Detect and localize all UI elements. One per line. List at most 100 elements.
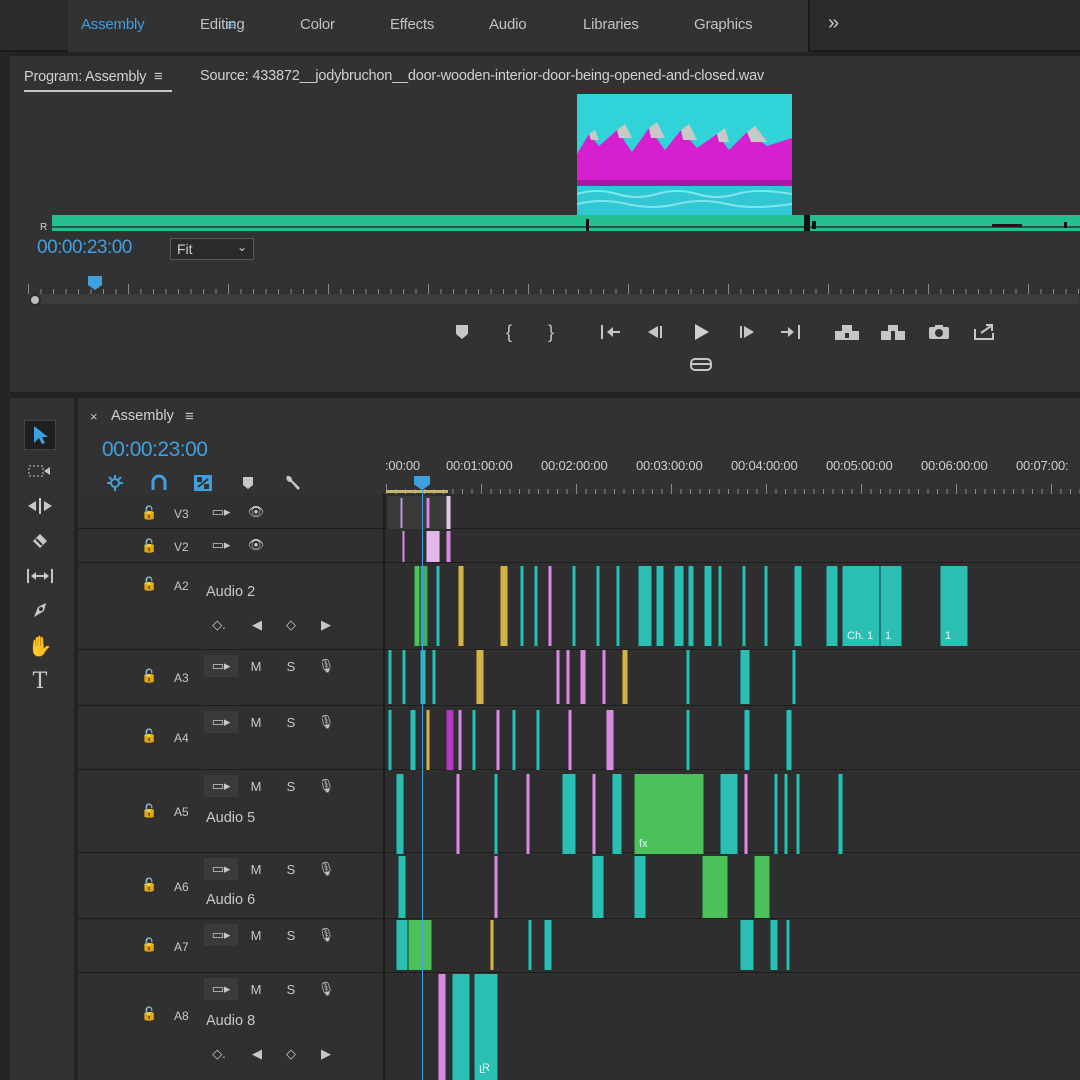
timeline-clip[interactable]: [774, 774, 778, 854]
workspace-tab-editing[interactable]: Editing: [200, 16, 245, 33]
timeline-clip[interactable]: [556, 650, 560, 704]
solo-button[interactable]: S: [274, 775, 308, 797]
razor-tool-icon[interactable]: [24, 526, 56, 556]
solo-button[interactable]: S: [274, 858, 308, 880]
timeline-clip[interactable]: fx: [634, 774, 704, 854]
toggle-sync-icon[interactable]: ▭▸: [204, 711, 238, 733]
workspace-tab-audio[interactable]: Audio: [489, 16, 527, 33]
timeline-clip[interactable]: [396, 920, 408, 970]
microphone-icon[interactable]: 🎙: [309, 655, 343, 677]
selection-tool-icon[interactable]: [24, 420, 56, 450]
step-forward-icon[interactable]: [732, 318, 762, 346]
lock-icon[interactable]: 🔓: [141, 576, 157, 592]
pen-tool-icon[interactable]: [24, 596, 56, 626]
hand-tool-icon[interactable]: ✋: [24, 631, 56, 661]
timeline-tab-title[interactable]: Assembly: [111, 408, 174, 424]
timeline-clip[interactable]: [420, 650, 426, 704]
mute-button[interactable]: M: [239, 924, 273, 946]
timeline-clip[interactable]: [410, 710, 416, 770]
timeline-clip[interactable]: [764, 566, 768, 646]
timeline-clip[interactable]: [528, 920, 532, 970]
wrench-icon[interactable]: [280, 472, 304, 494]
clip-area[interactable]: Ch. 1 1 1 fx L R: [386, 496, 1080, 1080]
timeline-timecode[interactable]: 00:00:23:00: [102, 438, 208, 462]
timeline-clip[interactable]: [572, 566, 576, 646]
timeline-clip[interactable]: [784, 774, 788, 854]
timeline-clip[interactable]: [500, 566, 508, 646]
go-to-in-icon[interactable]: [595, 318, 625, 346]
next-keyframe-icon[interactable]: ▶: [309, 1043, 343, 1065]
timeline-clip[interactable]: [744, 710, 750, 770]
timeline-clip[interactable]: [446, 496, 451, 529]
lock-icon[interactable]: 🔓: [141, 728, 157, 744]
timeline-clip[interactable]: [472, 710, 476, 770]
timeline-clip[interactable]: [526, 774, 530, 854]
ripple-edit-tool-icon[interactable]: [24, 491, 56, 521]
previous-keyframe-icon[interactable]: ◀: [240, 1043, 274, 1065]
timeline-clip[interactable]: [740, 920, 754, 970]
toggle-sync-icon[interactable]: ▭▸: [204, 978, 238, 1000]
timeline-clip[interactable]: [592, 774, 596, 854]
lock-icon[interactable]: 🔓: [141, 937, 157, 953]
toggle-sync-icon[interactable]: ▭▸: [204, 655, 238, 677]
track-select-tool-icon[interactable]: [24, 456, 56, 486]
workspace-tab-libraries[interactable]: Libraries: [583, 16, 639, 33]
playhead-line[interactable]: [422, 476, 423, 1080]
timeline-clip[interactable]: [388, 710, 392, 770]
next-keyframe-icon[interactable]: ▶: [309, 614, 343, 636]
timeline-clip[interactable]: [742, 566, 746, 646]
monitor-time-ruler[interactable]: [28, 276, 1080, 294]
timeline-clip[interactable]: [580, 650, 586, 704]
playhead-marker-icon[interactable]: [88, 276, 102, 290]
go-to-out-icon[interactable]: [776, 318, 806, 346]
timeline-clip[interactable]: [786, 920, 790, 970]
scrollbar-handle[interactable]: [29, 294, 41, 306]
timeline-clip[interactable]: [794, 566, 802, 646]
timeline-clip[interactable]: [602, 650, 606, 704]
solo-button[interactable]: S: [274, 978, 308, 1000]
timeline-clip[interactable]: [456, 774, 460, 854]
timeline-clip[interactable]: Ch. 1: [842, 566, 880, 646]
timeline-clip[interactable]: [398, 856, 406, 918]
timeline-clip[interactable]: 1: [940, 566, 968, 646]
timeline-clip[interactable]: [634, 856, 646, 918]
timeline-clip[interactable]: [388, 650, 392, 704]
extract-icon[interactable]: [878, 318, 908, 346]
lock-icon[interactable]: 🔓: [141, 877, 157, 893]
timeline-clip[interactable]: [536, 710, 540, 770]
timeline-clip[interactable]: [452, 974, 470, 1080]
timeline-clip[interactable]: [786, 710, 792, 770]
timeline-clip[interactable]: [592, 856, 604, 918]
timeline-clip[interactable]: [386, 496, 448, 529]
timeline-clip[interactable]: [544, 920, 552, 970]
solo-button[interactable]: S: [274, 924, 308, 946]
timeline-clip[interactable]: [704, 566, 712, 646]
add-keyframe-icon[interactable]: ◇: [274, 614, 308, 636]
timeline-clip[interactable]: [426, 710, 430, 770]
timeline-clip[interactable]: [396, 774, 404, 854]
timeline-clip[interactable]: [494, 774, 498, 854]
timeline-clip[interactable]: [770, 920, 778, 970]
lock-icon[interactable]: 🔓: [141, 803, 157, 819]
mute-button[interactable]: M: [239, 858, 273, 880]
timeline-clip[interactable]: [446, 531, 451, 562]
timeline-clip[interactable]: [432, 650, 436, 704]
timeline-clip[interactable]: [686, 650, 690, 704]
timeline-clip[interactable]: [796, 774, 800, 854]
workspace-tab-color[interactable]: Color: [300, 16, 335, 33]
add-marker-icon[interactable]: [236, 472, 260, 494]
lock-icon[interactable]: 🔓: [141, 668, 157, 684]
timeline-clip[interactable]: [446, 710, 454, 770]
monitor-scrollbar[interactable]: [28, 294, 1080, 304]
close-icon[interactable]: ×: [90, 409, 98, 424]
timeline-clip[interactable]: [612, 774, 622, 854]
workspace-overflow-icon[interactable]: »: [828, 12, 839, 35]
timeline-clip[interactable]: [402, 650, 406, 704]
lock-icon[interactable]: 🔓: [141, 1006, 157, 1022]
timeline-clip[interactable]: [438, 974, 446, 1080]
timeline-clip[interactable]: [596, 566, 600, 646]
timeline-clip[interactable]: [400, 498, 403, 528]
source-monitor-tab[interactable]: Source: 433872__jodybruchon__door-wooden…: [200, 68, 764, 84]
timeline-clip[interactable]: [458, 710, 462, 770]
snap-icon[interactable]: [147, 472, 171, 494]
